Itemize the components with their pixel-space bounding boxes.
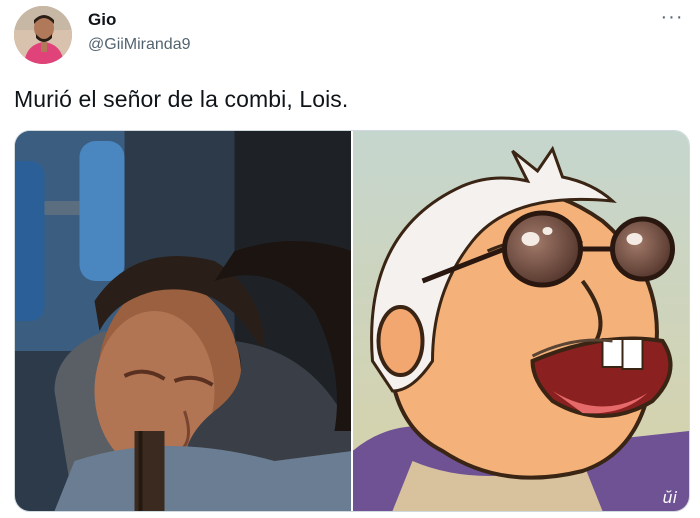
media-image-right[interactable]: ŭi xyxy=(353,131,689,511)
author-display-name[interactable]: Gio xyxy=(88,10,116,30)
media-grid: ŭi xyxy=(14,130,690,512)
tweet: Gio @GiiMiranda9 ··· Murió el señor de l… xyxy=(0,0,700,518)
avatar-photo xyxy=(14,6,72,64)
crying-man-photo xyxy=(15,131,351,511)
cartoon-laughing-man: ŭi xyxy=(353,131,689,511)
author-avatar[interactable] xyxy=(14,6,72,64)
watermark: ŭi xyxy=(663,488,678,507)
tweet-text: Murió el señor de la combi, Lois. xyxy=(14,86,349,112)
more-options-icon[interactable]: ··· xyxy=(658,6,686,34)
media-image-left[interactable] xyxy=(15,131,351,511)
author-handle[interactable]: @GiiMiranda9 xyxy=(88,36,191,54)
